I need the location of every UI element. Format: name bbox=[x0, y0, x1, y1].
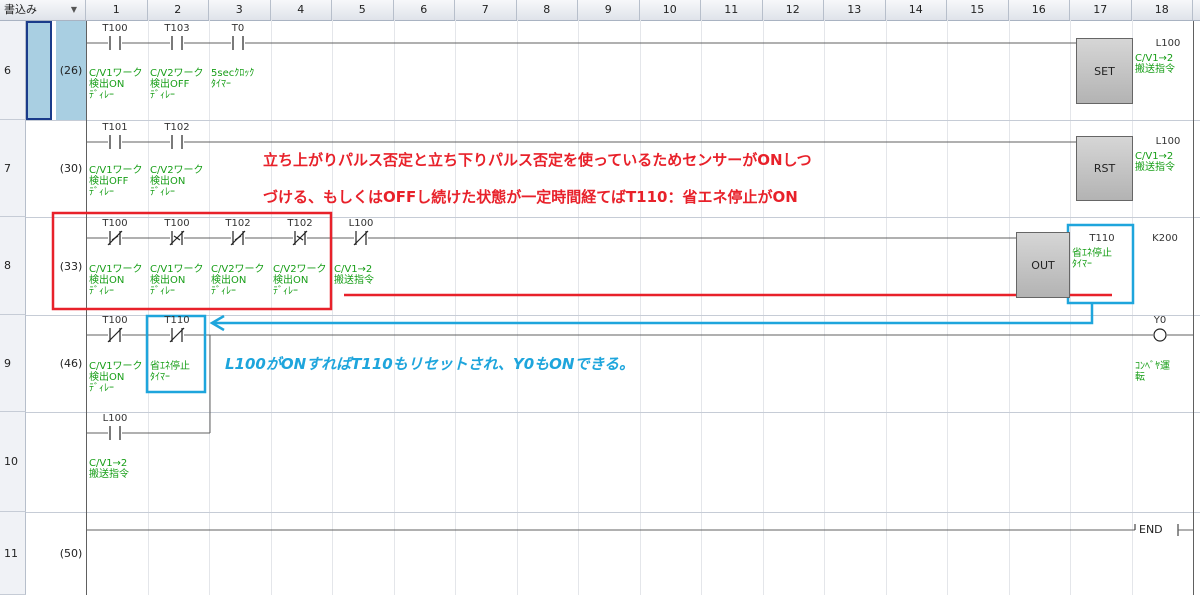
contact-device[interactable]: T102 bbox=[213, 218, 263, 229]
contact-device[interactable]: L100 bbox=[90, 413, 140, 424]
contact-device[interactable]: T102 bbox=[275, 218, 325, 229]
device-comment: C/V1ワーク 検出ON ﾃﾞｨﾚｰ bbox=[89, 264, 143, 297]
contact-device[interactable]: T103 bbox=[152, 23, 202, 34]
annotation-blue: L100がONすればT110もリセットされ、Y0もONできる。 bbox=[225, 355, 635, 373]
device-comment: C/V2ワーク 検出ON ﾃﾞｨﾚｰ bbox=[273, 264, 327, 297]
device-comment: C/V1ワーク 検出ON ﾃﾞｨﾚｰ bbox=[150, 264, 204, 297]
coil-icon bbox=[1153, 328, 1167, 342]
contact-device[interactable]: T100 bbox=[152, 218, 202, 229]
output-device[interactable]: L100 bbox=[1143, 136, 1193, 147]
device-comment: C/V1→2 搬送指令 bbox=[1135, 151, 1175, 173]
out-instruction-box[interactable]: OUT bbox=[1016, 232, 1070, 298]
contact-device[interactable]: T101 bbox=[90, 122, 140, 133]
device-comment: C/V2ワーク 検出OFF ﾃﾞｨﾚｰ bbox=[150, 68, 204, 101]
annotation-red-line1: 立ち上がりパルス否定と立ち下りパルス否定を使っているためセンサーがONしつ bbox=[263, 151, 812, 169]
annotation-red-line2: づける、もしくはOFFし続けた状態が一定時間経てばT110：省エネ停止がON bbox=[263, 188, 798, 206]
contact-device[interactable]: T0 bbox=[213, 23, 263, 34]
rst-instruction-box[interactable]: RST bbox=[1076, 136, 1133, 201]
device-comment: C/V1→2 搬送指令 bbox=[334, 264, 374, 286]
device-comment: C/V1ワーク 検出ON ﾃﾞｨﾚｰ bbox=[89, 361, 143, 394]
timer-device[interactable]: T110 bbox=[1077, 233, 1127, 244]
contact-device[interactable]: T110 bbox=[152, 315, 202, 326]
set-instruction-box[interactable]: SET bbox=[1076, 38, 1133, 104]
device-comment: C/V2ワーク 検出ON ﾃﾞｨﾚｰ bbox=[150, 165, 204, 198]
device-comment: ｺﾝﾍﾞﾔ運 転 bbox=[1135, 361, 1170, 383]
device-comment: C/V1→2 搬送指令 bbox=[89, 458, 129, 480]
device-comment: 省ｴﾈ停止 ﾀｲﾏｰ bbox=[150, 361, 190, 383]
device-comment: C/V2ワーク 検出ON ﾃﾞｨﾚｰ bbox=[211, 264, 265, 297]
output-device[interactable]: L100 bbox=[1143, 38, 1193, 49]
device-comment: 省ｴﾈ停止 ﾀｲﾏｰ bbox=[1072, 248, 1112, 270]
contact-device[interactable]: T102 bbox=[152, 122, 202, 133]
device-comment: C/V1ワーク 検出ON ﾃﾞｨﾚｰ bbox=[89, 68, 143, 101]
device-comment: C/V1→2 搬送指令 bbox=[1135, 53, 1175, 75]
device-comment: 5secｸﾛｯｸ ﾀｲﾏｰ bbox=[211, 68, 255, 90]
contact-device[interactable]: T100 bbox=[90, 23, 140, 34]
timer-setting[interactable]: K200 bbox=[1140, 233, 1190, 244]
end-instruction[interactable]: END bbox=[1137, 523, 1165, 536]
coil-device[interactable]: Y0 bbox=[1135, 315, 1185, 326]
device-comment: C/V1ワーク 検出OFF ﾃﾞｨﾚｰ bbox=[89, 165, 143, 198]
contact-device[interactable]: L100 bbox=[336, 218, 386, 229]
contact-device[interactable]: T100 bbox=[90, 315, 140, 326]
contact-device[interactable]: T100 bbox=[90, 218, 140, 229]
